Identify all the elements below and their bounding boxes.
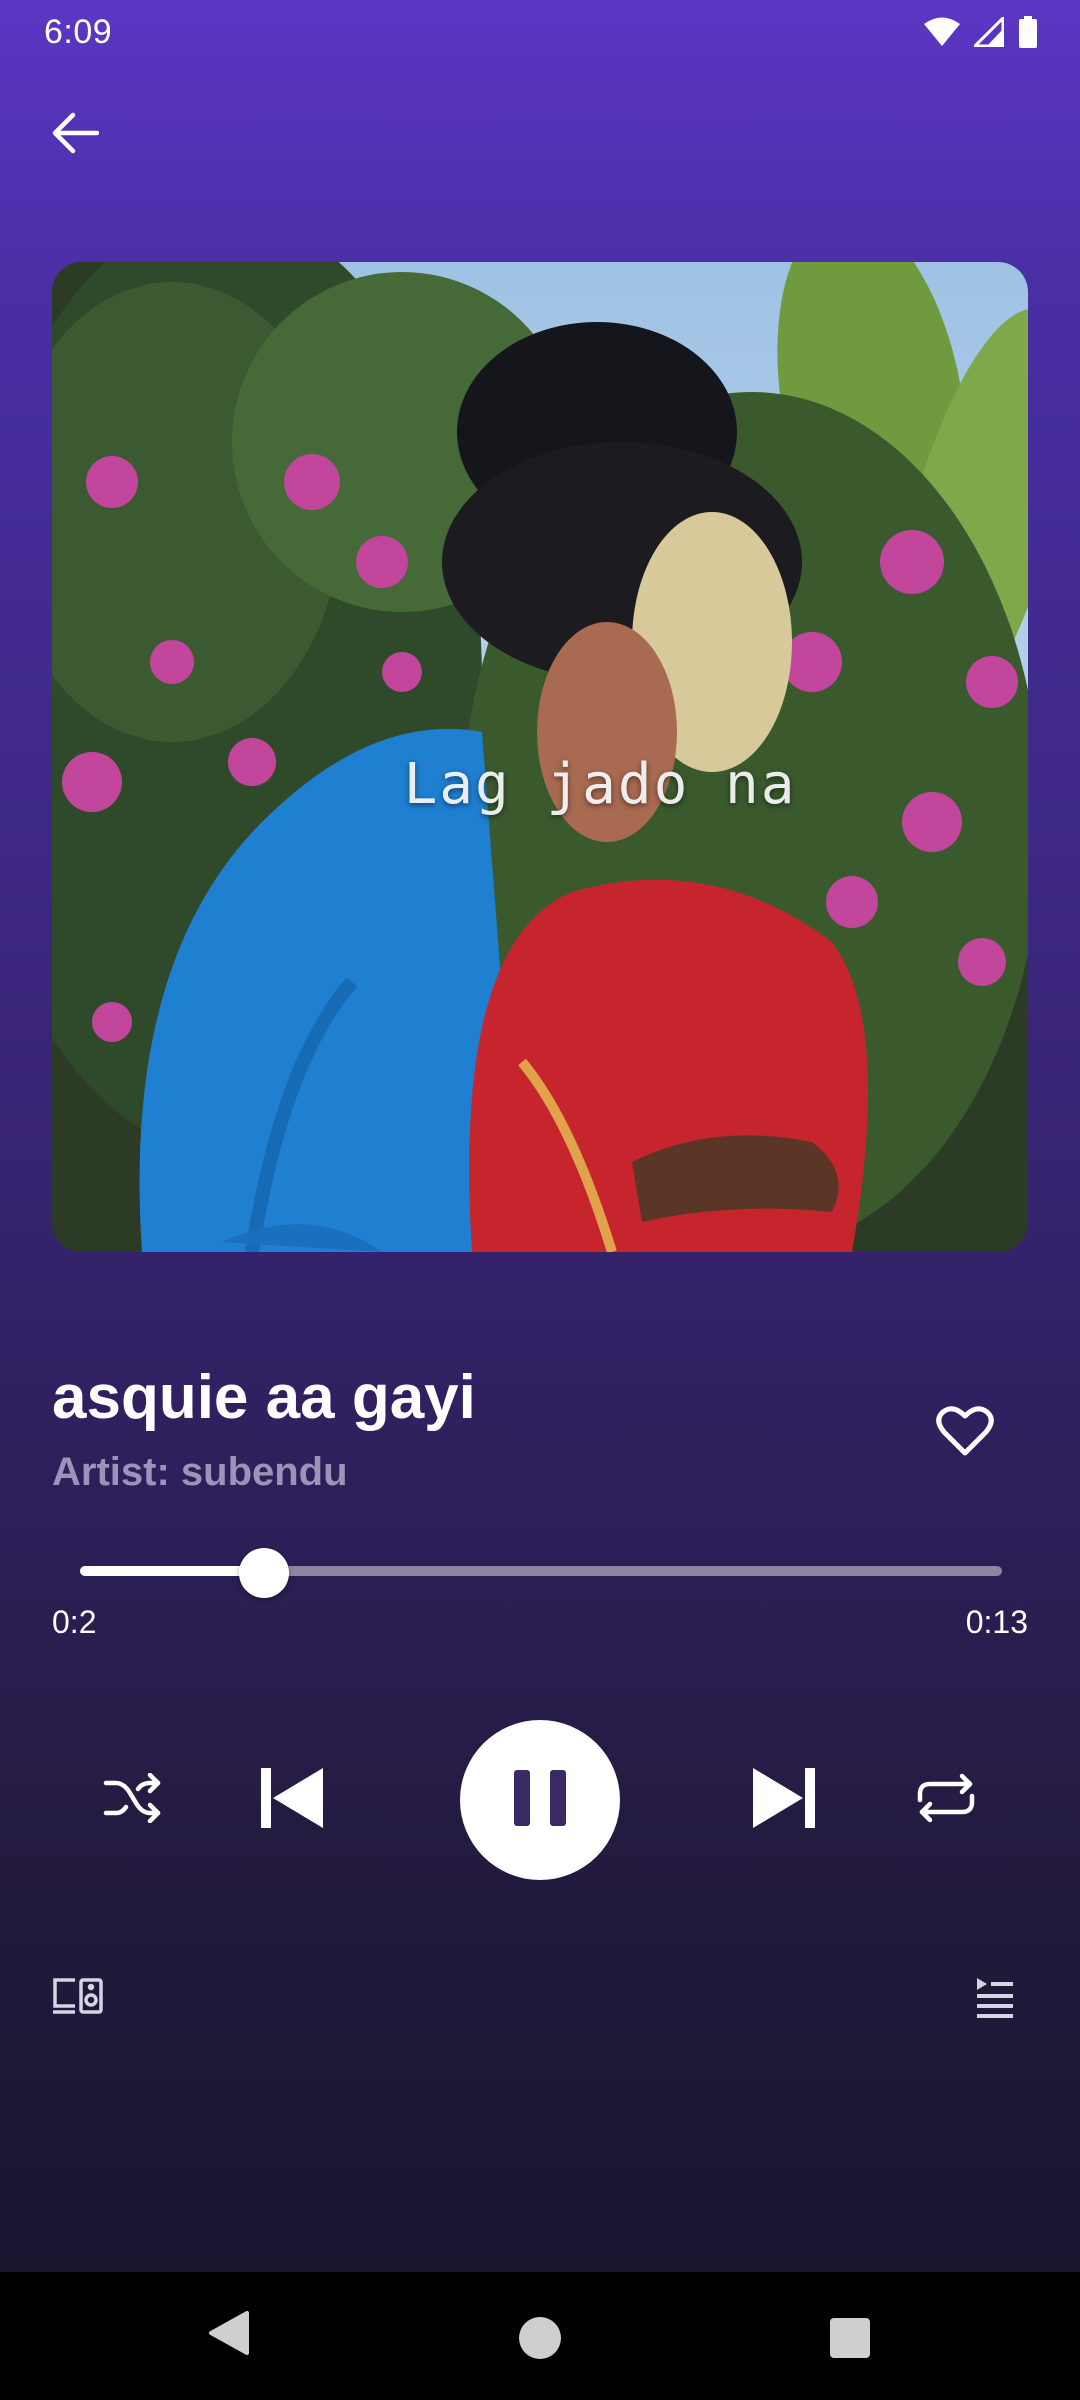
favorite-button[interactable] xyxy=(930,1400,1000,1466)
nav-home-circle-icon xyxy=(517,2315,563,2366)
arrow-left-icon xyxy=(51,111,100,160)
pause-icon xyxy=(512,1768,568,1833)
album-art-caption: Lag jado na xyxy=(403,752,797,817)
battery-icon xyxy=(1018,16,1038,48)
song-title: asquie aa gayi xyxy=(52,1363,476,1432)
repeat-icon xyxy=(914,1772,978,1829)
play-pause-button[interactable] xyxy=(460,1720,620,1880)
cellular-signal-icon xyxy=(974,17,1004,47)
status-bar: 6:09 xyxy=(0,0,1080,64)
skip-next-icon xyxy=(751,1766,817,1835)
nav-recents-button[interactable] xyxy=(824,2314,876,2366)
album-art: Lag jado na xyxy=(52,262,1028,1252)
nav-home-button[interactable] xyxy=(512,2312,568,2368)
status-icons xyxy=(924,16,1038,48)
queue-list-icon xyxy=(975,1976,1015,2023)
shuffle-icon xyxy=(102,1772,162,1828)
time-elapsed: 0:2 xyxy=(52,1604,97,1640)
shuffle-button[interactable] xyxy=(96,1764,168,1836)
nav-recents-square-icon xyxy=(829,2317,871,2364)
nav-back-button[interactable] xyxy=(200,2306,258,2364)
seek-bar[interactable] xyxy=(80,1548,1002,1598)
repeat-button[interactable] xyxy=(910,1764,982,1836)
devices-button[interactable] xyxy=(48,1972,106,2024)
seek-thumb[interactable] xyxy=(239,1548,290,1598)
queue-button[interactable] xyxy=(972,1974,1018,2024)
status-time: 6:09 xyxy=(44,12,113,51)
time-total: 0:13 xyxy=(965,1604,1028,1640)
back-button[interactable] xyxy=(40,100,110,170)
devices-icon xyxy=(51,1976,103,2021)
seek-progress xyxy=(80,1566,265,1576)
next-button[interactable] xyxy=(744,1760,824,1840)
song-artist: Artist: subendu xyxy=(52,1450,348,1494)
heart-outline-icon xyxy=(936,1405,994,1462)
skip-previous-icon xyxy=(259,1766,325,1835)
wifi-icon xyxy=(924,17,960,47)
previous-button[interactable] xyxy=(252,1760,332,1840)
nav-back-triangle-icon xyxy=(207,2310,251,2361)
